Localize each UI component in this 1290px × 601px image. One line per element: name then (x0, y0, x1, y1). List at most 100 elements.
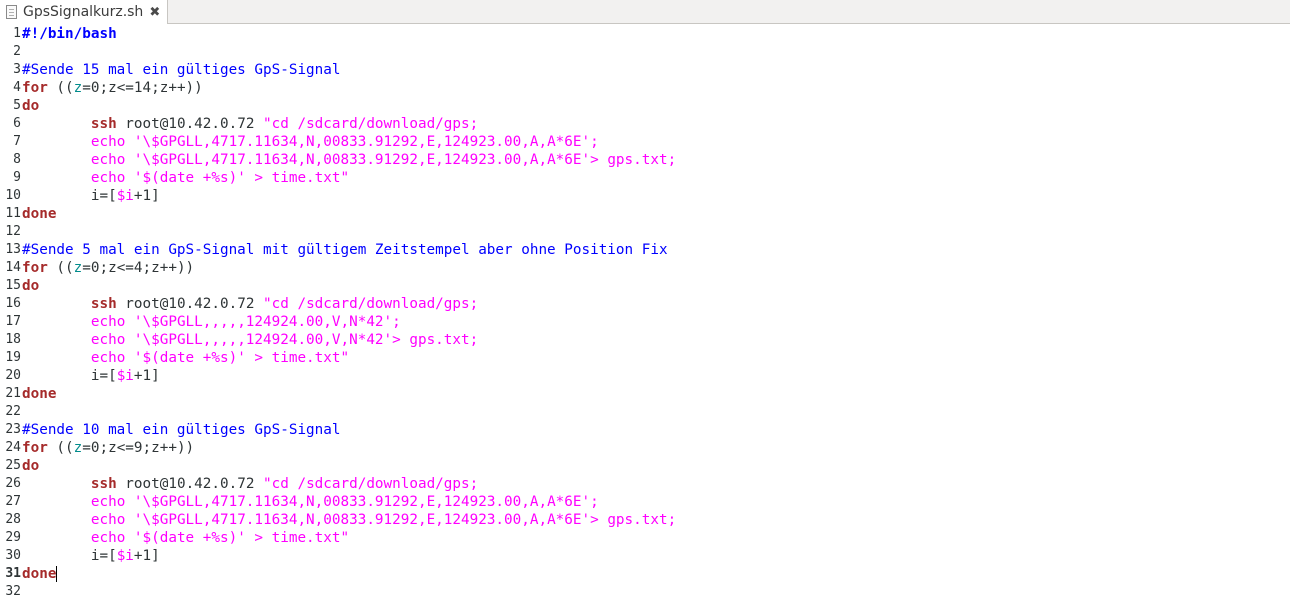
code-text: do (22, 97, 39, 115)
line-number: 25 (5, 458, 21, 473)
code-token: echo '\$GPGLL,4717.11634,N,00833.91292,E… (90, 512, 677, 528)
code-token: z (73, 260, 83, 276)
line-number: 9 (13, 170, 21, 185)
code-token: for (22, 260, 48, 276)
text-cursor (56, 566, 58, 582)
code-token: ssh (90, 296, 117, 312)
tab-bar: GpsSignalkurz.sh ✖ (0, 0, 1290, 24)
code-token: "cd /sdcard/download/gps; (263, 116, 479, 132)
line-number: 7 (13, 134, 21, 149)
line-number: 26 (5, 476, 21, 491)
code-text: for ((z=0;z<=4;z++)) (22, 259, 194, 277)
code-token: +1] (133, 368, 160, 384)
line-number: 31 (5, 566, 21, 581)
code-token: root@10.42.0.72 (116, 476, 264, 492)
code-token: +1] (133, 548, 160, 564)
code-token: =0;z<=9;z++)) (82, 440, 195, 456)
line-number: 17 (5, 314, 21, 329)
code-token: "cd /sdcard/download/gps; (263, 476, 479, 492)
line-number: 11 (5, 206, 21, 221)
line-number: 3 (13, 62, 21, 77)
code-text: echo '$(date +%s)' > time.txt" (22, 169, 349, 187)
tab-file[interactable]: GpsSignalkurz.sh ✖ (0, 0, 168, 24)
line-number: 29 (5, 530, 21, 545)
code-token: for (22, 80, 48, 96)
code-token: $i (116, 188, 134, 204)
line-number: 30 (5, 548, 21, 563)
code-text: i=[$i+1] (22, 187, 160, 205)
code-token: ssh (90, 476, 117, 492)
code-token: $i (116, 368, 134, 384)
line-number: 21 (5, 386, 21, 401)
line-number: 2 (13, 44, 21, 59)
code-text: for ((z=0;z<=9;z++)) (22, 439, 194, 457)
code-token: z (73, 440, 83, 456)
code-text: #Sende 15 mal ein gültiges GpS-Signal (22, 61, 340, 79)
code-text: ssh root@10.42.0.72 "cd /sdcard/download… (22, 295, 478, 313)
code-token: #Sende 10 mal ein gültiges GpS-Signal (22, 422, 341, 438)
line-number: 15 (5, 278, 21, 293)
code-token: (( (47, 80, 74, 96)
code-text: done (22, 565, 58, 583)
code-token: echo '$(date +%s)' > time.txt" (90, 170, 350, 186)
code-text: echo '\$GPGLL,,,,,124924.00,V,N*42'> gps… (22, 331, 478, 349)
line-number: 22 (5, 404, 21, 419)
code-token: $i (116, 548, 134, 564)
line-number: 13 (5, 242, 21, 257)
code-token: root@10.42.0.72 (116, 116, 264, 132)
line-number: 19 (5, 350, 21, 365)
code-editor[interactable]: 1 #!/bin/bash 2 3 #Sende 15 mal ein gültiges… (0, 25, 1290, 601)
code-token: =0;z<=14;z++)) (82, 80, 203, 96)
line-number: 4 (13, 80, 21, 95)
code-text: done (22, 205, 56, 223)
code-token: echo '$(date +%s)' > time.txt" (90, 530, 350, 546)
line-number: 24 (5, 440, 21, 455)
code-text: i=[$i+1] (22, 367, 160, 385)
code-token: (( (47, 260, 74, 276)
code-token: root@10.42.0.72 (116, 296, 264, 312)
line-number: 16 (5, 296, 21, 311)
line-number: 1 (13, 26, 21, 41)
code-token: i=[ (22, 368, 117, 384)
code-text: echo '$(date +%s)' > time.txt" (22, 529, 349, 547)
code-token: =0;z<=4;z++)) (82, 260, 195, 276)
code-text: ssh root@10.42.0.72 "cd /sdcard/download… (22, 115, 478, 133)
line-number: 8 (13, 152, 21, 167)
code-token: echo '\$GPGLL,,,,,124924.00,V,N*42'> gps… (90, 332, 479, 348)
line-number: 20 (5, 368, 21, 383)
code-token: done (22, 206, 57, 222)
line-number: 6 (13, 116, 21, 131)
code-token: done (22, 386, 57, 402)
code-text: ssh root@10.42.0.72 "cd /sdcard/download… (22, 475, 478, 493)
code-token: ssh (90, 116, 117, 132)
code-token: echo '\$GPGLL,,,,,124924.00,V,N*42'; (90, 314, 401, 330)
code-token: echo '\$GPGLL,4717.11634,N,00833.91292,E… (90, 494, 599, 510)
tab-title: GpsSignalkurz.sh (23, 4, 144, 20)
code-text: echo '\$GPGLL,4717.11634,N,00833.91292,E… (22, 493, 599, 511)
code-text: #!/bin/bash (22, 25, 117, 43)
code-text: echo '\$GPGLL,4717.11634,N,00833.91292,E… (22, 511, 676, 529)
line-number: 23 (5, 422, 21, 437)
code-text: #Sende 10 mal ein gültiges GpS-Signal (22, 421, 340, 439)
text-file-icon (6, 5, 17, 19)
code-text: echo '\$GPGLL,4717.11634,N,00833.91292,E… (22, 151, 676, 169)
code-token: i=[ (22, 188, 117, 204)
line-number: 18 (5, 332, 21, 347)
code-token: for (22, 440, 48, 456)
code-token: do (22, 278, 40, 294)
code-token: "cd /sdcard/download/gps; (263, 296, 479, 312)
code-token: do (22, 98, 40, 114)
code-token: z (73, 80, 83, 96)
close-icon[interactable]: ✖ (149, 5, 160, 20)
code-token: i=[ (22, 548, 117, 564)
code-text: echo '\$GPGLL,4717.11634,N,00833.91292,E… (22, 133, 599, 151)
code-token: echo '\$GPGLL,4717.11634,N,00833.91292,E… (90, 152, 677, 168)
